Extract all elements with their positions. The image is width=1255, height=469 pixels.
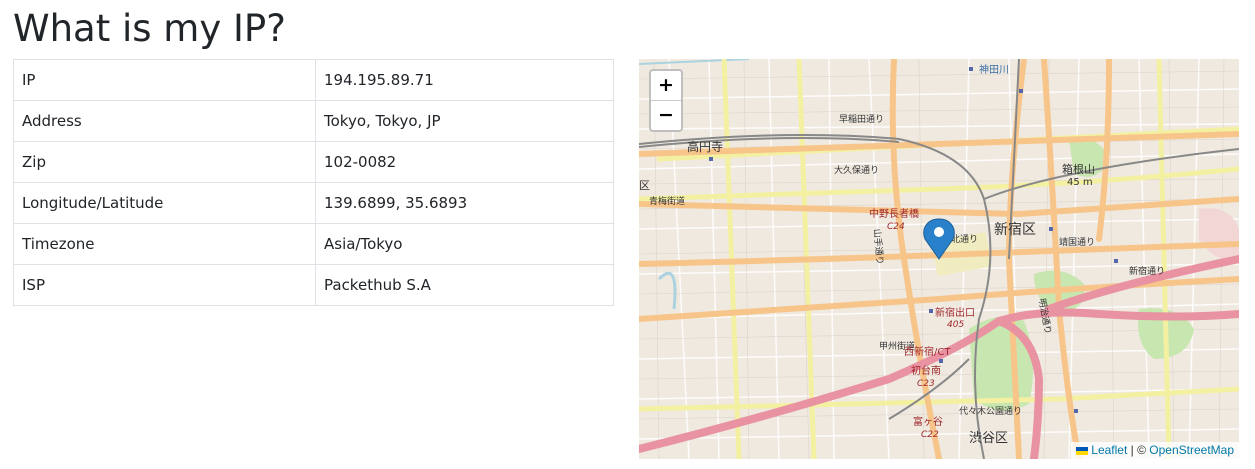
map-label-yoyogi: 代々木公園通り [959,405,1022,417]
table-row: Zip 102-0082 [13,141,614,183]
map-label-nakano-chojabashi: 中野長者橋 [869,207,919,220]
page-title: What is my IP? [13,7,286,50]
map-label-ome-kaido: 青梅街道 [649,195,685,207]
map-label-shibuya-ku: 渋谷区 [969,431,1008,446]
ip-info-table: IP 194.195.89.71 Address Tokyo, Tokyo, J… [13,59,614,306]
ip-label: IP [13,59,316,101]
location-map[interactable]: 高円寺 新宿区 渋谷区 区 箱根山 45 m 神田川 青梅街道 早稲田通り 大久… [639,59,1239,459]
zip-label: Zip [13,141,316,183]
table-row: Longitude/Latitude 139.6899, 35.6893 [13,182,614,224]
table-row: Timezone Asia/Tokyo [13,223,614,265]
map-label-kita-dori: 北通り [951,234,978,245]
openstreetmap-link[interactable]: OpenStreetMap [1149,443,1234,457]
timezone-label: Timezone [13,223,316,265]
map-label-c24: C24 [887,222,905,232]
leaflet-link[interactable]: Leaflet [1091,443,1127,457]
coordinates-label: Longitude/Latitude [13,182,316,224]
isp-label: ISP [13,264,316,306]
map-label-yasukuni: 靖国通り [1059,236,1095,248]
map-label-waseda-dori: 早稲田通り [839,113,884,125]
map-label-hatsudai: 初台南 [911,364,941,377]
zoom-control: + − [649,69,683,132]
timezone-value: Asia/Tokyo [315,223,614,265]
map-label-okubo-dori: 大久保通り [834,164,879,176]
map-label-elevation: 45 m [1067,177,1093,188]
map-label-c22: C22 [921,430,939,440]
address-label: Address [13,100,316,142]
ip-value: 194.195.89.71 [315,59,614,101]
map-tiles[interactable]: 高円寺 新宿区 渋谷区 区 箱根山 45 m 神田川 青梅街道 早稲田通り 大久… [639,59,1239,459]
coordinates-value: 139.6899, 35.6893 [315,182,614,224]
attribution-separator: | © [1127,443,1150,457]
map-label-nishi-shinjuku: 西新宿/CT [904,345,951,358]
map-label-shinjuku-exit: 新宿出口 [935,306,975,319]
map-attribution: Leaflet | © OpenStreetMap [1071,442,1239,459]
address-value: Tokyo, Tokyo, JP [315,100,614,142]
map-label-hakoneyama: 箱根山 [1062,162,1095,176]
zoom-in-button[interactable]: + [651,71,681,101]
map-label-shinjuku-dori: 新宿通り [1129,265,1165,277]
table-row: IP 194.195.89.71 [13,59,614,101]
ukraine-flag-icon [1076,446,1089,455]
map-label-c23: C23 [917,379,935,389]
map-label-405: 405 [947,320,964,330]
zoom-out-button[interactable]: − [651,101,681,130]
zip-value: 102-0082 [315,141,614,183]
map-label-shinjuku-ku: 新宿区 [994,221,1036,238]
table-row: ISP Packethub S.A [13,264,614,306]
isp-value: Packethub S.A [315,264,614,306]
table-row: Address Tokyo, Tokyo, JP [13,100,614,142]
map-label-kanda-river: 神田川 [979,63,1009,76]
map-label-tomigaya: 富ヶ谷 [913,415,943,428]
map-label-koenji: 高円寺 [687,139,723,154]
map-label-ku: 区 [639,179,650,192]
